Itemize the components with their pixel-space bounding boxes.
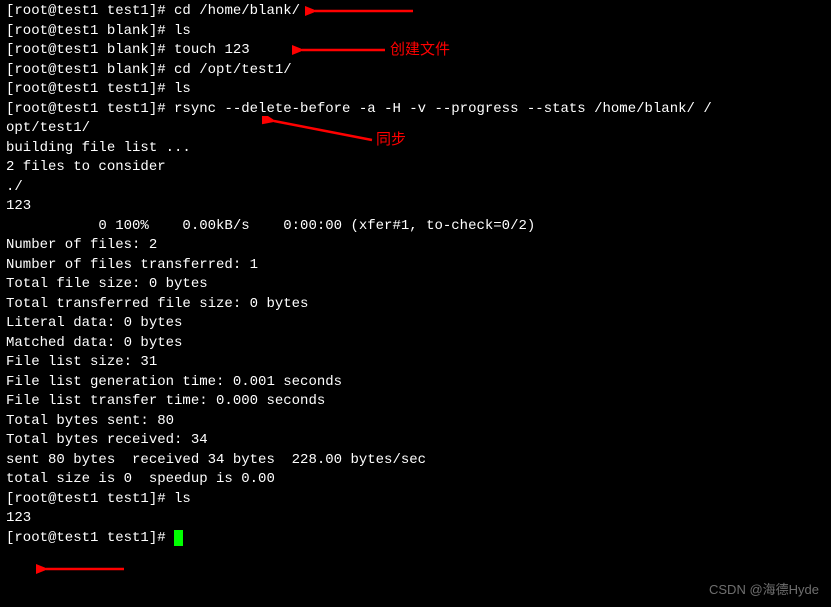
command: cd /opt/test1/ [174, 62, 292, 78]
terminal-line: building file list ... [6, 139, 825, 159]
terminal-line: Total file size: 0 bytes [6, 275, 825, 295]
terminal-line: 123 [6, 197, 825, 217]
terminal-line: Total bytes sent: 80 [6, 412, 825, 432]
terminal-line: [root@test1 blank]# touch 123 [6, 41, 825, 61]
terminal-line: Number of files: 2 [6, 236, 825, 256]
command: ls [174, 491, 191, 507]
terminal-line: 2 files to consider [6, 158, 825, 178]
command: cd /home/blank/ [174, 3, 300, 19]
prompt: [root@test1 blank]# [6, 23, 174, 39]
terminal-line: Matched data: 0 bytes [6, 334, 825, 354]
terminal-line: [root@test1 test1]# ls [6, 80, 825, 100]
terminal-line: [root@test1 test1]# cd /home/blank/ [6, 2, 825, 22]
terminal-line: [root@test1 blank]# cd /opt/test1/ [6, 61, 825, 81]
terminal-line: 0 100% 0.00kB/s 0:00:00 (xfer#1, to-chec… [6, 217, 825, 237]
terminal-line: opt/test1/ [6, 119, 825, 139]
terminal-line: sent 80 bytes received 34 bytes 228.00 b… [6, 451, 825, 471]
prompt: [root@test1 test1]# [6, 530, 174, 546]
terminal-line[interactable]: [root@test1 test1]# [6, 529, 825, 549]
watermark: CSDN @海德Hyde [709, 580, 819, 600]
cursor [174, 530, 183, 546]
prompt: [root@test1 test1]# [6, 81, 174, 97]
terminal-line: File list generation time: 0.001 seconds [6, 373, 825, 393]
terminal-line: Literal data: 0 bytes [6, 314, 825, 334]
prompt: [root@test1 test1]# [6, 101, 174, 117]
command: touch 123 [174, 42, 250, 58]
terminal-line: 123 [6, 509, 825, 529]
terminal-line: Total transferred file size: 0 bytes [6, 295, 825, 315]
terminal-line: Number of files transferred: 1 [6, 256, 825, 276]
terminal-line: [root@test1 blank]# ls [6, 22, 825, 42]
command: ls [174, 23, 191, 39]
command: rsync --delete-before -a -H -v --progres… [174, 101, 712, 117]
arrow-icon [36, 562, 126, 576]
command: ls [174, 81, 191, 97]
prompt: [root@test1 test1]# [6, 3, 174, 19]
prompt: [root@test1 blank]# [6, 42, 174, 58]
prompt: [root@test1 test1]# [6, 491, 174, 507]
terminal-line: ./ [6, 178, 825, 198]
terminal-line: Total bytes received: 34 [6, 431, 825, 451]
prompt: [root@test1 blank]# [6, 62, 174, 78]
terminal-line: total size is 0 speedup is 0.00 [6, 470, 825, 490]
terminal-line: [root@test1 test1]# ls [6, 490, 825, 510]
terminal-line: [root@test1 test1]# rsync --delete-befor… [6, 100, 825, 120]
terminal-line: File list transfer time: 0.000 seconds [6, 392, 825, 412]
terminal-line: File list size: 31 [6, 353, 825, 373]
